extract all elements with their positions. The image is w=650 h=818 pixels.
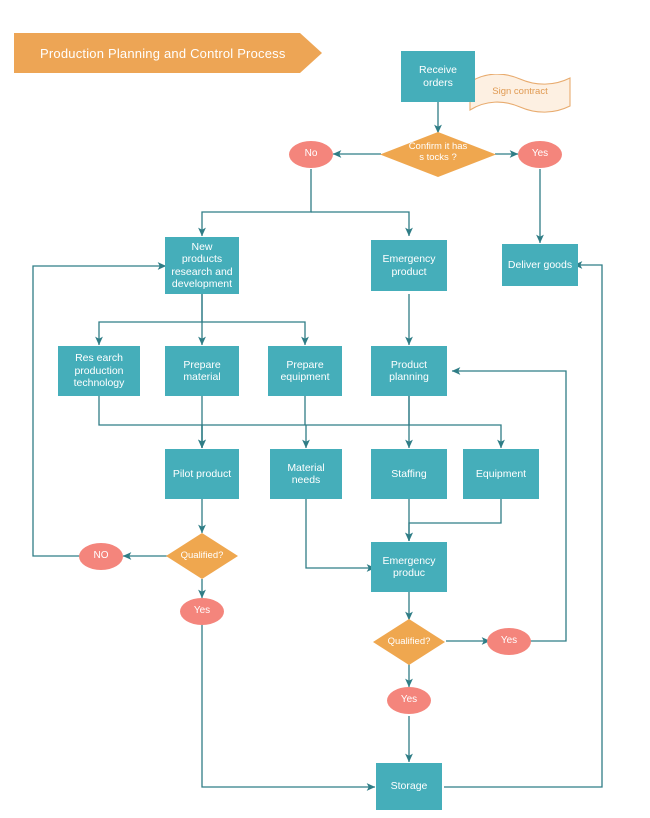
- flowchart-canvas: Production Planning and Control Process …: [0, 0, 650, 818]
- edge-newproducts-to-research: [95, 294, 203, 346]
- title-banner: Production Planning and Control Process: [14, 33, 322, 73]
- edge-yesright-to-productplanning: [451, 367, 567, 642]
- node-equipment-label: Equipment: [475, 467, 527, 480]
- node-pilot-product-label: Pilot product: [172, 467, 232, 480]
- node-prepare-equipment[interactable]: Prepare equipment: [268, 346, 342, 396]
- node-qualified-no[interactable]: [79, 543, 123, 570]
- node-product-planning[interactable]: Product planning: [371, 346, 447, 396]
- node-storage[interactable]: Storage: [376, 763, 442, 810]
- node-qualified-right[interactable]: [373, 619, 445, 665]
- edge-newproducts-to-prepareequipment: [202, 321, 309, 346]
- node-deliver-goods-label: Deliver goods: [507, 258, 573, 271]
- node-deliver-goods[interactable]: Deliver goods: [502, 244, 578, 286]
- node-new-products-research-development[interactable]: New products research and development: [165, 237, 239, 294]
- node-prepare-material[interactable]: Prepare material: [165, 346, 239, 396]
- node-stock-yes[interactable]: [518, 141, 562, 168]
- edge-productplanning-to-materialneeds: [302, 396, 410, 449]
- edge-prepareequipment-to-pilot: [198, 396, 306, 449]
- node-research-production-technology[interactable]: Res earch production technology: [58, 346, 140, 396]
- node-material-needs-label: Material needs: [287, 461, 325, 486]
- node-confirm-stocks[interactable]: [380, 132, 496, 177]
- sign-contract-note-label: Sign contract: [492, 86, 548, 97]
- edge-productplanning-to-equipment: [409, 424, 505, 449]
- node-product-planning-label: Product planning: [389, 358, 429, 383]
- node-prepare-material-label: Prepare material: [183, 358, 221, 383]
- node-qualified-yes-right[interactable]: [487, 628, 531, 655]
- node-receive-orders-label: Receive orders: [419, 64, 457, 89]
- node-emergency-produc[interactable]: Emergency produc: [371, 542, 447, 592]
- node-material-needs[interactable]: Material needs: [270, 449, 342, 499]
- node-emergency-product-label: Emergency product: [382, 253, 436, 278]
- node-pilot-product[interactable]: Pilot product: [165, 449, 239, 499]
- node-staffing[interactable]: Staffing: [371, 449, 447, 499]
- node-equipment[interactable]: Equipment: [463, 449, 539, 499]
- edge-no-to-emergency: [311, 211, 413, 237]
- node-prepare-equipment-label: Prepare equipment: [280, 358, 330, 383]
- node-emergency-produc-label: Emergency produc: [382, 554, 436, 579]
- node-qualified-yes-down[interactable]: [387, 687, 431, 714]
- edge-storage-to-delivergoods: [444, 261, 603, 788]
- edge-no-to-newproducts: [198, 169, 312, 237]
- node-staffing-label: Staffing: [391, 467, 427, 480]
- node-new-products-research-development-label: New products research and development: [171, 240, 233, 290]
- edge-equipment-to-emergencyproduc: [405, 499, 502, 542]
- connector-layer: [32, 102, 603, 791]
- edge-materialneeds-to-emergencyproduc: [305, 499, 376, 572]
- node-emergency-product[interactable]: Emergency product: [371, 240, 447, 291]
- node-qualified-left[interactable]: [166, 533, 238, 579]
- node-qualified-yes-left[interactable]: [180, 598, 224, 625]
- edge-research-to-pilot: [98, 396, 206, 449]
- node-storage-label: Storage: [390, 780, 428, 793]
- node-receive-orders[interactable]: Receive orders: [401, 51, 475, 102]
- title-banner-label: Production Planning and Control Process: [40, 45, 286, 61]
- node-stock-no[interactable]: [289, 141, 333, 168]
- edge-yesleft-to-storage: [201, 625, 376, 791]
- node-research-production-technology-label: Res earch production technology: [73, 352, 125, 390]
